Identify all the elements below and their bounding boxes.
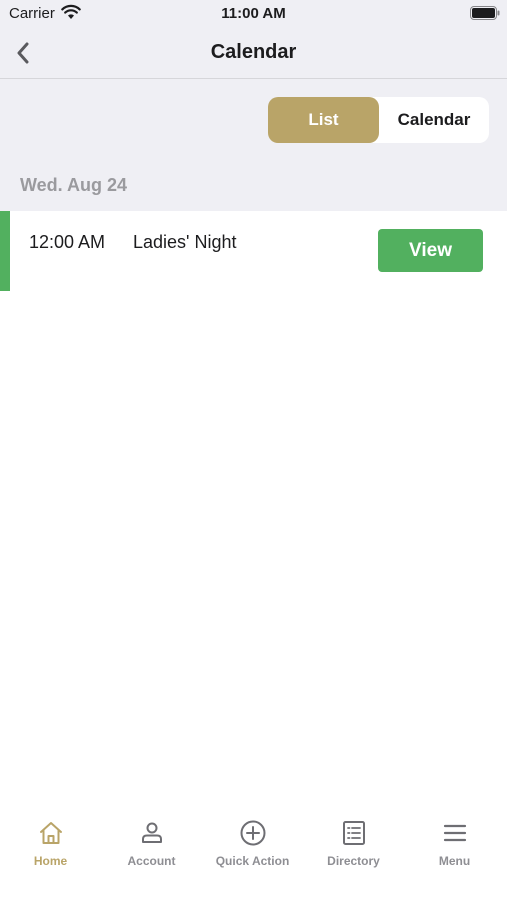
navigation-bar: Calendar [0,28,507,79]
home-icon [40,822,62,844]
person-icon [142,822,162,843]
tab-label-account: Account [127,854,176,868]
status-time: 11:00 AM [221,5,286,22]
page-title: Calendar [210,41,297,63]
list-view-button[interactable]: List [268,97,379,143]
tab-home[interactable]: Home [0,808,101,878]
event-title: Ladies' Night [133,232,237,252]
plus-circle-icon [240,820,266,846]
hamburger-menu-icon [443,824,467,842]
battery-icon [470,6,500,20]
status-bar: Carrier 11:00 AM [0,0,507,28]
event-row: 12:00 AM Ladies' Night View [0,211,507,291]
tab-label-home: Home [33,854,68,868]
view-toggle: List Calendar [268,97,489,143]
tab-quick-action[interactable]: Quick Action [202,808,303,878]
tab-label-directory: Directory [327,854,380,868]
tab-bar: Home Account Quick Action Directory Menu [0,808,507,900]
event-accent-bar [0,211,10,291]
tab-directory[interactable]: Directory [303,808,404,878]
tab-label-quick-action: Quick Action [215,854,290,868]
date-header: Wed. Aug 24 [20,175,128,195]
event-time: 12:00 AM [29,232,106,252]
tab-label-menu: Menu [438,854,471,868]
tab-account[interactable]: Account [101,808,202,878]
tab-menu[interactable]: Menu [404,808,505,878]
calendar-view-button[interactable]: Calendar [379,97,489,143]
list-icon [343,821,365,845]
view-event-button[interactable]: View [378,229,483,272]
